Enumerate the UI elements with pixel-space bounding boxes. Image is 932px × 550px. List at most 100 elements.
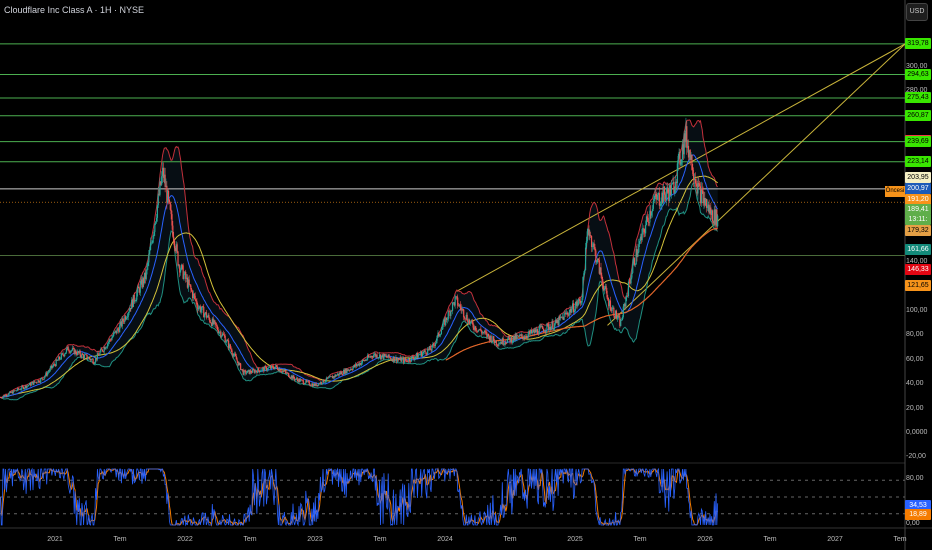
candle-body [272,366,274,369]
candle-body [454,297,456,306]
candle-body [441,326,443,330]
candle-body [632,263,634,273]
price-badge: 200,97 [905,182,931,194]
candle-body [48,370,50,372]
candle-body [149,243,152,251]
candle-body [230,348,232,351]
candle-body [630,277,632,284]
candle-body [356,364,358,367]
candle-body [308,381,310,385]
candle-body [616,318,618,320]
chart-title: Cloudflare Inc Class A · 1H · NYSE [4,5,145,15]
candle-body [53,364,56,365]
candle-body [189,284,191,286]
candle-body [663,186,666,195]
candle-body [240,363,242,370]
candle-body [153,231,155,236]
candle-body [488,333,490,337]
candle-body [82,353,84,355]
candle-body [506,339,509,344]
candle-body [235,356,237,360]
candle-body [260,370,262,372]
time-axis-tick: Tem [633,536,647,543]
candle-body [424,350,426,352]
candle-body [94,362,96,364]
time-axis-tick: Tem [243,536,257,543]
candle-body [145,270,147,279]
candle-body [531,331,533,334]
candle-body [193,293,195,296]
rsi-axis-tick: 0,00 [906,520,920,527]
candle-body [112,336,114,338]
candle-body [223,334,225,337]
candle-body [194,295,196,300]
candle-body [394,360,396,362]
candle-body [463,309,465,318]
candle-body [168,199,171,203]
candle-body [638,244,640,253]
candle-body [695,183,697,185]
candle-body [447,311,449,320]
candle-body [261,368,263,371]
candle-body [180,264,183,270]
candle-body [506,343,508,344]
candle-body [233,354,235,357]
candle-body [267,367,269,370]
candle-body [491,340,493,343]
price-badge: 223,14 [905,156,931,168]
candle-body [480,328,482,332]
candle-body [580,302,582,304]
candle-body [208,315,210,319]
candle-body [406,360,408,362]
candle-body [293,375,295,379]
candle-body [30,383,32,386]
trendline [456,43,906,292]
candle-body [621,316,624,321]
candle-body [429,346,431,350]
candle-body [146,265,148,271]
candle-body [691,154,693,170]
candle-body [660,203,662,206]
price-axis-tick: 80,00 [906,331,924,339]
candle-body [221,335,223,337]
currency-button[interactable]: USD [906,3,928,21]
candle-body [148,254,150,263]
candle-body [127,312,129,317]
candle-body [35,381,38,383]
candle-body [43,377,45,380]
price-badge: 161,66 [905,243,931,255]
candle-body [627,281,630,297]
candle-body [582,277,584,298]
candle-body [631,272,633,278]
candle-body [68,350,70,352]
time-axis-tick: 2024 [437,536,453,543]
candle-body [239,362,241,364]
candle-body [216,325,218,327]
candle-body [122,318,124,322]
candle-body [60,353,62,360]
candle-body [472,323,474,328]
candle-body [451,302,454,311]
candle-body [572,303,575,313]
candle-body [611,308,613,311]
candle-body [70,350,72,353]
candle-body [706,206,708,208]
candle-body [622,306,624,317]
candle-body [117,328,119,330]
candle-body [71,350,73,351]
price-chart[interactable] [0,0,932,550]
price-badge: 146,33 [905,263,931,275]
candle-body [388,354,390,358]
candle-body [657,194,659,200]
price-axis-tick: 60,00 [906,355,924,363]
price-axis-tick: 100,00 [906,307,928,314]
candle-body [324,382,326,383]
trendline [607,43,906,326]
candle-body [573,311,576,313]
candle-body [170,209,172,215]
candle-body [304,383,306,384]
candle-body [366,359,368,361]
candle-body [409,358,411,362]
candle-body [8,393,10,395]
candle-body [20,389,22,390]
